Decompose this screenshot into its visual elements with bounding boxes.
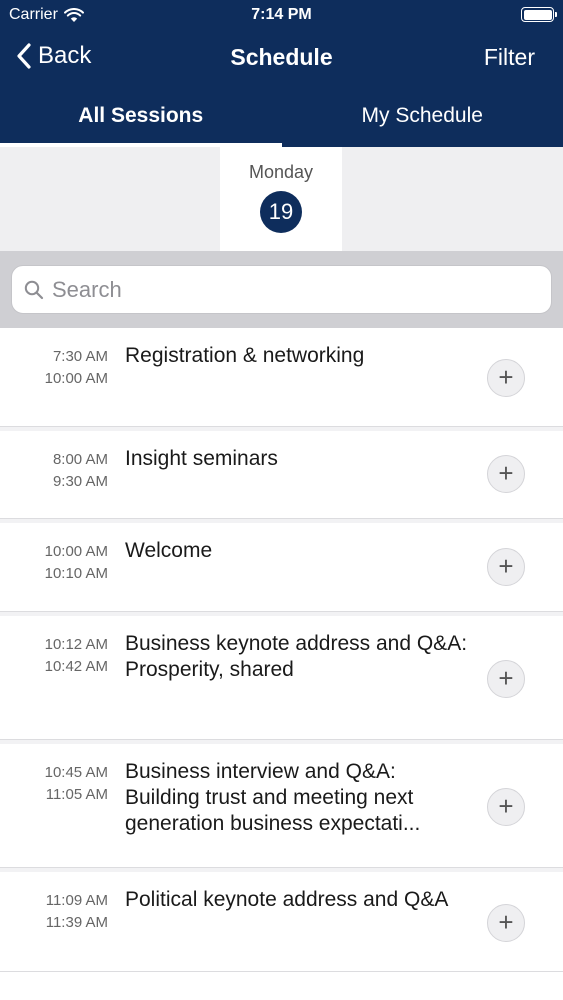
day-number-badge: 19 — [260, 191, 302, 233]
session-end: 10:10 AM — [44, 565, 108, 582]
session-times: 10:45 AM 11:05 AM — [0, 762, 108, 806]
session-row[interactable]: 10:12 AM 10:42 AM Business keynote addre… — [0, 616, 563, 740]
status-bar: Carrier 7:14 PM — [0, 0, 563, 30]
session-end: 11:39 AM — [45, 914, 108, 931]
add-session-button[interactable]: + — [487, 455, 525, 493]
session-row[interactable]: 8:00 AM 9:30 AM Insight seminars + — [0, 431, 563, 519]
session-title: Registration & networking — [125, 344, 365, 367]
plus-icon: + — [498, 362, 514, 392]
session-end: 10:42 AM — [44, 658, 108, 675]
session-row[interactable]: 7:30 AM 10:00 AM Registration & networki… — [0, 328, 563, 427]
date-selector: Monday 19 — [0, 147, 563, 251]
tab-all-sessions[interactable]: All Sessions — [0, 86, 282, 147]
plus-icon: + — [498, 663, 514, 693]
day-name: Monday — [248, 162, 314, 182]
add-session-button[interactable]: + — [487, 788, 525, 826]
search-box[interactable] — [11, 265, 552, 314]
page-title: Schedule — [230, 44, 333, 70]
search-bar — [0, 251, 563, 328]
session-start: 7:30 AM — [52, 348, 108, 365]
session-times: 7:30 AM 10:00 AM — [0, 346, 108, 390]
session-times: 10:00 AM 10:10 AM — [0, 541, 108, 585]
nav-bar: Back Schedule Filter — [0, 30, 563, 86]
tab-bar: All Sessions My Schedule — [0, 86, 563, 147]
header: Carrier 7:14 PM Back Schedule Filter All… — [0, 0, 563, 147]
session-title: Welcome — [125, 539, 213, 562]
session-row[interactable]: 10:45 AM 11:05 AM Business interview and… — [0, 744, 563, 868]
session-start: 8:00 AM — [52, 451, 108, 468]
session-times: 8:00 AM 9:30 AM — [0, 449, 108, 493]
session-list: 7:30 AM 10:00 AM Registration & networki… — [0, 328, 563, 972]
plus-icon: + — [498, 458, 514, 488]
plus-icon: + — [498, 551, 514, 581]
session-start: 10:12 AM — [44, 636, 108, 653]
filter-button[interactable]: Filter — [484, 44, 535, 71]
add-session-button[interactable]: + — [487, 660, 525, 698]
session-times: 10:12 AM 10:42 AM — [0, 634, 108, 678]
session-end: 11:05 AM — [45, 786, 108, 803]
session-times: 11:09 AM 11:39 AM — [0, 890, 108, 934]
plus-icon: + — [498, 907, 514, 937]
session-start: 10:45 AM — [44, 764, 108, 781]
session-start: 10:00 AM — [44, 543, 108, 560]
session-end: 9:30 AM — [52, 473, 108, 490]
session-title: Insight seminars — [125, 447, 278, 470]
session-title: Political keynote address and Q&A — [125, 888, 449, 911]
tab-my-schedule[interactable]: My Schedule — [282, 86, 563, 147]
search-icon — [24, 280, 44, 299]
day-monday[interactable]: Monday 19 — [220, 147, 342, 251]
add-session-button[interactable]: + — [487, 548, 525, 586]
search-input[interactable] — [52, 276, 527, 303]
add-session-button[interactable]: + — [487, 359, 525, 397]
add-session-button[interactable]: + — [487, 904, 525, 942]
status-time: 7:14 PM — [251, 6, 312, 23]
session-title: Business interview and Q&A: Building tru… — [125, 760, 421, 835]
plus-icon: + — [498, 791, 514, 821]
session-start: 11:09 AM — [45, 892, 108, 909]
battery-icon — [521, 7, 557, 22]
session-title: Business keynote address and Q&A: Prospe… — [125, 632, 468, 681]
session-row[interactable]: 10:00 AM 10:10 AM Welcome + — [0, 523, 563, 612]
session-end: 10:00 AM — [44, 370, 108, 387]
session-row[interactable]: 11:09 AM 11:39 AM Political keynote addr… — [0, 872, 563, 972]
